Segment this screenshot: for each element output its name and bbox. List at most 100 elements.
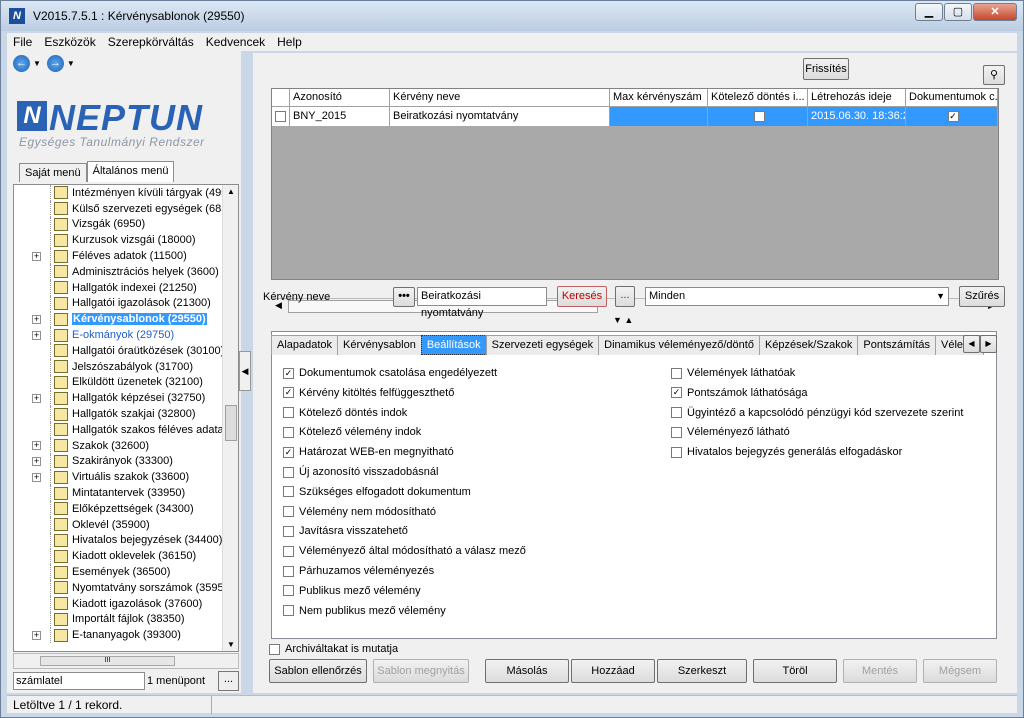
- tree-item[interactable]: Kurzusok vizsgái (18000): [14, 232, 238, 249]
- tree-item[interactable]: Hivatalos bejegyzések (34400): [14, 532, 238, 549]
- tree-item[interactable]: Kiadott oklevelek (36150): [14, 548, 238, 565]
- col-kerveny-neve[interactable]: Kérvény neve: [390, 89, 610, 107]
- option-checkbox[interactable]: [283, 407, 294, 419]
- table-row[interactable]: BNY_2015 Beiratkozási nyomtatvány 2015.0…: [272, 107, 998, 126]
- option-checkbox[interactable]: [283, 506, 294, 518]
- option-item[interactable]: Publikus mező vélemény: [283, 585, 421, 597]
- option-checkbox[interactable]: [283, 525, 294, 537]
- row-checkbox[interactable]: [275, 110, 286, 122]
- filter-dots-button[interactable]: •••: [393, 287, 415, 307]
- chevron-down-icon[interactable]: ▼: [936, 288, 945, 305]
- tab-beallitasok[interactable]: Beállítások: [420, 335, 487, 355]
- tree-item[interactable]: Előképzettségek (34300): [14, 500, 238, 517]
- option-item[interactable]: Véleményező látható: [671, 426, 790, 438]
- scroll-up-icon[interactable]: ▲: [227, 187, 235, 196]
- cell-azonosito[interactable]: BNY_2015: [290, 107, 390, 126]
- option-item[interactable]: Véleményező által módosítható a válasz m…: [283, 545, 526, 557]
- tab-sajat-menu[interactable]: Saját menü: [19, 163, 87, 182]
- option-item[interactable]: Hivatalos bejegyzés generálás elfogadásk…: [671, 446, 902, 458]
- action-button[interactable]: Szerkeszt: [657, 659, 747, 683]
- cell-letrehozas-ideje[interactable]: 2015.06.30. 18:36:2: [808, 107, 906, 126]
- tab-pontszamitas[interactable]: Pontszámítás: [857, 335, 937, 355]
- filter-button[interactable]: Szűrés: [959, 286, 1005, 307]
- menu-search-button[interactable]: ...: [218, 671, 239, 691]
- tree-item[interactable]: Hallgatók indexei (21250): [14, 279, 238, 296]
- option-checkbox[interactable]: [671, 446, 682, 458]
- option-item[interactable]: ✓ Kérvény kitöltés felfüggeszthető: [283, 387, 454, 399]
- back-icon[interactable]: ←: [13, 55, 30, 72]
- option-checkbox[interactable]: [283, 426, 294, 438]
- tree-item[interactable]: Oklevél (35900): [14, 516, 238, 533]
- close-icon[interactable]: ✕: [973, 3, 1017, 21]
- option-checkbox[interactable]: [283, 466, 294, 478]
- tree-scrollbar[interactable]: ▲ ▼: [222, 185, 238, 651]
- tree-item[interactable]: + Virtuális szakok (33600): [14, 469, 238, 486]
- tree-scroll-thumb[interactable]: [225, 405, 237, 441]
- option-checkbox[interactable]: ✓: [671, 387, 682, 399]
- option-item[interactable]: Szükséges elfogadott dokumentum: [283, 486, 471, 498]
- expand-icon[interactable]: +: [32, 393, 41, 403]
- col-azonosito[interactable]: Azonosító: [290, 89, 390, 107]
- option-checkbox[interactable]: [283, 565, 294, 577]
- option-item[interactable]: ✓ Dokumentumok csatolása engedélyezett: [283, 367, 497, 379]
- col-dokumentumok[interactable]: Dokumentumok c...: [906, 89, 998, 107]
- option-item[interactable]: ✓ Pontszámok láthatósága: [671, 387, 807, 399]
- option-checkbox[interactable]: [671, 426, 682, 438]
- tree-item[interactable]: Kiadott igazolások (37600): [14, 595, 238, 612]
- tab-scroll-right-icon[interactable]: ▶: [980, 335, 997, 353]
- tree-item[interactable]: Vizsgák (6950): [14, 216, 238, 233]
- expand-icon[interactable]: +: [32, 330, 41, 340]
- action-button[interactable]: Mégsem: [923, 659, 997, 683]
- tree-item[interactable]: + E-okmányok (29750): [14, 327, 238, 344]
- tree-item[interactable]: Mintatantervek (33950): [14, 485, 238, 502]
- row-indicator[interactable]: [272, 107, 290, 126]
- option-checkbox[interactable]: ✓: [283, 387, 294, 399]
- expand-icon[interactable]: +: [32, 441, 41, 451]
- forward-dropdown-icon[interactable]: ▼: [67, 59, 75, 68]
- tree-item[interactable]: Hallgatók szakjai (32800): [14, 406, 238, 423]
- tree-item[interactable]: Hallgatói óraütközések (30100): [14, 342, 238, 359]
- tree-hscroll-thumb[interactable]: III: [40, 656, 175, 666]
- tree-item[interactable]: + Szakok (32600): [14, 437, 238, 454]
- kotelezo-checkbox[interactable]: [753, 110, 765, 122]
- tree-item[interactable]: Jelszószabályok (31700): [14, 358, 238, 375]
- cell-kotelezo-dontes[interactable]: [708, 107, 808, 126]
- scroll-down-icon[interactable]: ▼: [227, 640, 235, 649]
- tree-item[interactable]: + Szakirányok (33300): [14, 453, 238, 470]
- cell-dokumentumok[interactable]: ✓: [906, 107, 998, 126]
- tab-kervenysablon[interactable]: Kérvénysablon: [337, 335, 422, 355]
- tab-scroll-left-icon[interactable]: ◀: [963, 335, 980, 353]
- option-checkbox[interactable]: [283, 545, 294, 557]
- tree-item[interactable]: Külső szervezeti egységek (6850: [14, 200, 238, 217]
- option-item[interactable]: Új azonosító visszadobásnál: [283, 466, 438, 478]
- col-max-kervenyszam[interactable]: Max kérvényszám: [610, 89, 708, 107]
- action-button[interactable]: Sablon megnyitás: [373, 659, 469, 683]
- search-button[interactable]: Keresés: [557, 286, 607, 307]
- option-item[interactable]: Ügyintéző a kapcsolódó pénzügyi kód szer…: [671, 407, 963, 419]
- action-button[interactable]: Mentés: [843, 659, 917, 683]
- filter-input[interactable]: Beiratkozási nyomtatvány: [417, 287, 547, 319]
- menu-kedvencek[interactable]: Kedvencek: [200, 35, 271, 49]
- expand-icon[interactable]: +: [32, 456, 41, 466]
- tab-szervezeti-egysegek[interactable]: Szervezeti egységek: [485, 335, 600, 355]
- menu-eszkozok[interactable]: Eszközök: [38, 35, 101, 49]
- tab-altalanos-menu[interactable]: Általános menü: [86, 161, 175, 182]
- maximize-icon[interactable]: ▢: [944, 3, 972, 21]
- tree-hscrollbar[interactable]: III: [13, 653, 239, 669]
- option-checkbox[interactable]: ✓: [283, 446, 294, 458]
- tab-alapadatok[interactable]: Alapadatok: [271, 335, 339, 355]
- minimize-icon[interactable]: ▁: [915, 3, 943, 21]
- splitter-arrows-icon[interactable]: ▼ ▲: [613, 315, 633, 325]
- action-button[interactable]: Hozzáad: [571, 659, 655, 683]
- tree-item[interactable]: Adminisztrációs helyek (3600): [14, 263, 238, 280]
- option-item[interactable]: Vélemény nem módosítható: [283, 506, 436, 518]
- tree-item[interactable]: Intézményen kívüli tárgyak (4950: [14, 185, 238, 201]
- tree-item[interactable]: + Kérvénysablonok (29550): [14, 311, 238, 328]
- tree-item[interactable]: Elküldött üzenetek (32100): [14, 374, 238, 391]
- expand-icon[interactable]: +: [32, 472, 41, 482]
- back-dropdown-icon[interactable]: ▼: [33, 59, 41, 68]
- expand-icon[interactable]: +: [32, 630, 41, 640]
- option-item[interactable]: Kötelező döntés indok: [283, 407, 407, 419]
- tab-kepzesek-szakok[interactable]: Képzések/Szakok: [758, 335, 859, 355]
- option-item[interactable]: ✓ Határozat WEB-en megnyitható: [283, 446, 454, 458]
